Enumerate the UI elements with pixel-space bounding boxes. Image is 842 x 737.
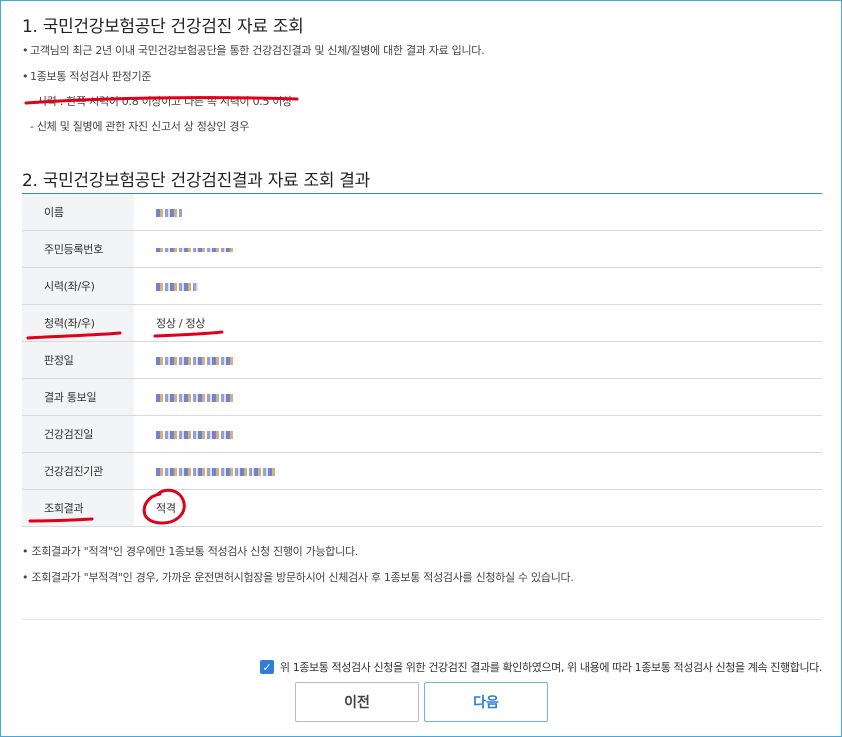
row-value-hearing: 정상 / 정상 <box>134 304 822 342</box>
section1-bullet-2: • 1종보통 적성검사 판정기준 <box>22 68 151 84</box>
bullet-text: 고객님의 최근 2년 이내 국민건강보험공단을 통한 건강검진결과 및 신체/질… <box>30 44 485 57</box>
section1-title: 1. 국민건강보험공단 건강검진 자료 조회 <box>22 17 304 37</box>
redacted-value <box>156 282 198 291</box>
agreement-checkbox-row[interactable]: ✓ 위 1종보통 적성검사 신청을 위한 건강검진 결과를 확인하였으며, 위 … <box>259 659 823 675</box>
note-eligible: • 조회결과가 "적격"인 경우에만 1종보통 적성검사 신청 진행이 가능합니… <box>22 543 358 559</box>
prev-button[interactable]: 이전 <box>295 682 419 722</box>
row-value-rrn <box>134 230 822 268</box>
row-value-judgment-date <box>134 341 822 379</box>
note-text: 조회결과가 "부적격"인 경우, 가까운 운전면허시험장을 방문하시어 신체검사… <box>31 571 574 584</box>
next-button[interactable]: 다음 <box>424 682 548 722</box>
divider <box>22 619 822 620</box>
table-row: 조회결과 적격 <box>22 489 822 527</box>
redacted-value <box>156 247 234 252</box>
row-label-query-result: 조회결과 <box>22 489 134 527</box>
redacted-value <box>156 356 234 365</box>
table-row: 이름 <box>22 193 822 231</box>
bullet-text: 1종보통 적성검사 판정기준 <box>30 70 152 83</box>
section2-title: 2. 국민건강보험공단 건강검진결과 자료 조회 결과 <box>22 171 370 191</box>
bullet-dot-icon: • <box>22 44 29 57</box>
table-row: 결과 통보일 <box>22 378 822 416</box>
bullet-dot-icon: • <box>22 571 32 584</box>
row-label-hearing: 청력(좌/우) <box>22 304 134 342</box>
row-value-exam-date <box>134 415 822 453</box>
row-value-exam-institution <box>134 452 822 490</box>
bullet-dot-icon: • <box>22 70 29 83</box>
note-ineligible: • 조회결과가 "부적격"인 경우, 가까운 운전면허시험장을 방문하시어 신체… <box>22 569 574 585</box>
row-label-exam-institution: 건강검진기관 <box>22 452 134 490</box>
table-row: 청력(좌/우) 정상 / 정상 <box>22 304 822 342</box>
criteria-vision: - 시력 : 한쪽 시력이 0.8 이상이고 다른 쪽 시력이 0.5 이상 <box>30 95 293 108</box>
checkmark-icon[interactable]: ✓ <box>259 660 274 674</box>
bullet-dot-icon: • <box>22 545 32 558</box>
agreement-text: 위 1종보통 적성검사 신청을 위한 건강검진 결과를 확인하였으며, 위 내용… <box>279 661 823 674</box>
redacted-value <box>156 393 234 402</box>
redacted-value <box>156 208 182 217</box>
row-value-notice-date <box>134 378 822 416</box>
result-table: 이름 주민등록번호 시력(좌/우) 청력(좌/우) 정상 / 정상 판정일 결과… <box>22 193 822 527</box>
row-label-judgment-date: 판정일 <box>22 341 134 379</box>
row-label-rrn: 주민등록번호 <box>22 230 134 268</box>
table-row: 건강검진기관 <box>22 452 822 490</box>
row-label-vision: 시력(좌/우) <box>22 267 134 305</box>
note-text: 조회결과가 "적격"인 경우에만 1종보통 적성검사 신청 진행이 가능합니다. <box>31 545 358 558</box>
redacted-value <box>156 467 276 476</box>
section1-bullet-1: • 고객님의 최근 2년 이내 국민건강보험공단을 통한 건강검진결과 및 신체/… <box>22 42 485 58</box>
table-row: 판정일 <box>22 341 822 379</box>
table-row: 시력(좌/우) <box>22 267 822 305</box>
redacted-value <box>156 430 234 439</box>
row-label-notice-date: 결과 통보일 <box>22 378 134 416</box>
table-row: 건강검진일 <box>22 415 822 453</box>
row-value-name <box>134 193 822 231</box>
row-value-vision <box>134 267 822 305</box>
row-value-query-result: 적격 <box>134 489 822 527</box>
row-label-name: 이름 <box>22 193 134 231</box>
criteria-body: - 신체 및 질병에 관한 자진 신고서 상 정상인 경우 <box>30 120 250 133</box>
row-label-exam-date: 건강검진일 <box>22 415 134 453</box>
table-row: 주민등록번호 <box>22 230 822 268</box>
